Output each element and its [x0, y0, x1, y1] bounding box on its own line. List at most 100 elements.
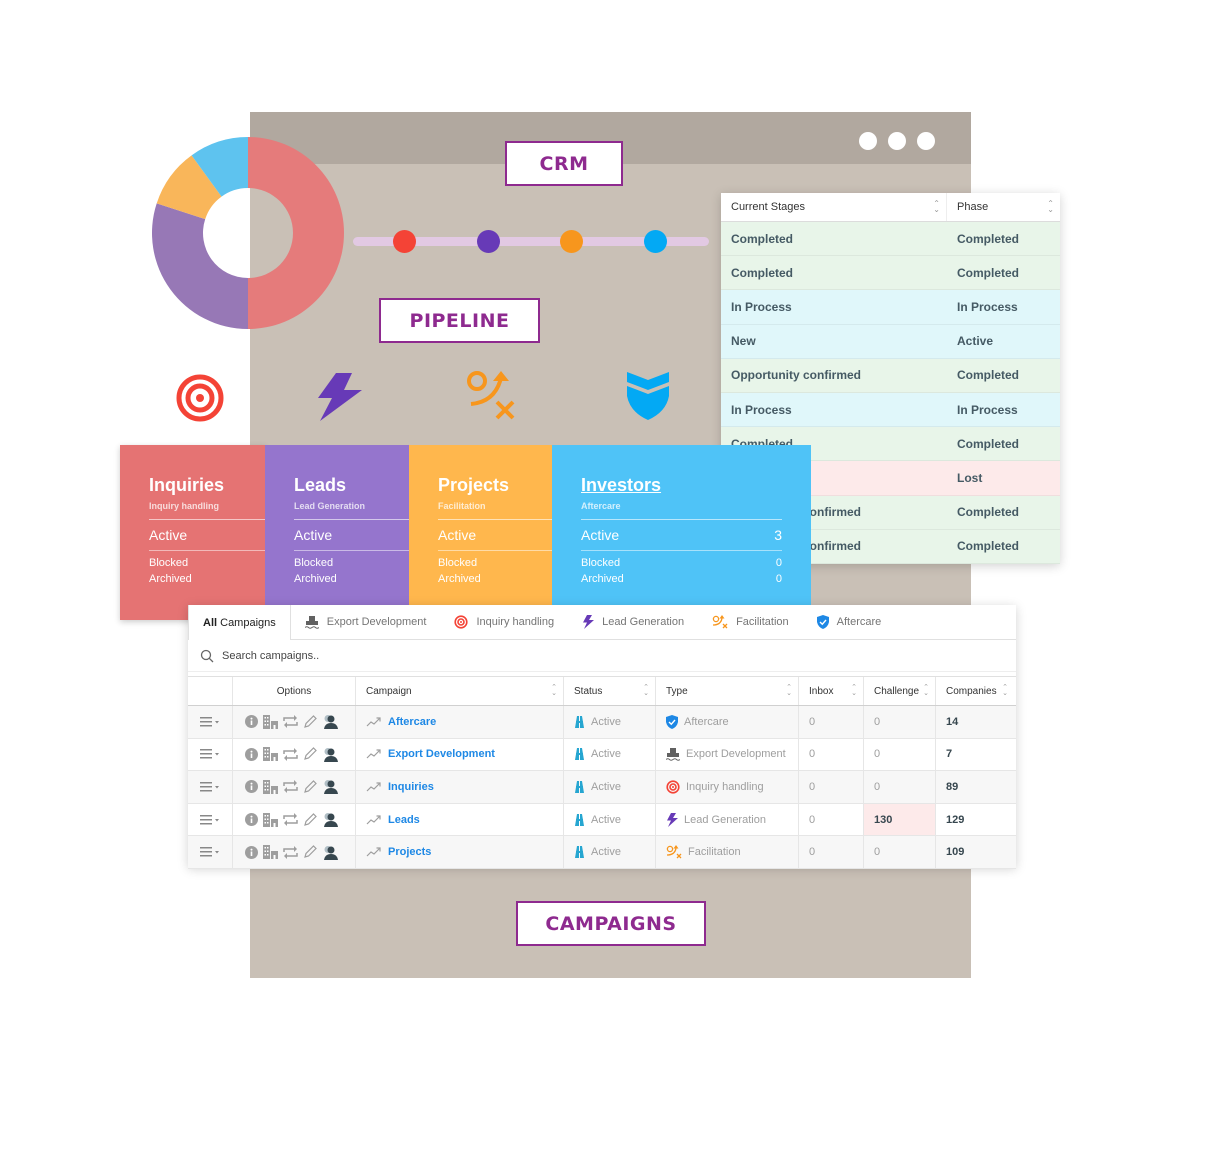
campaign-link[interactable]: Leads — [388, 814, 420, 826]
card-title[interactable]: Projects — [438, 475, 556, 496]
pipeline-step-leads[interactable] — [477, 230, 500, 253]
user-icon[interactable] — [322, 779, 338, 795]
repeat-icon[interactable] — [283, 780, 298, 794]
trend-icon — [366, 749, 382, 759]
buildings-icon[interactable] — [263, 747, 278, 762]
card-blocked-row[interactable]: Blocked 0 — [581, 557, 782, 569]
card-blocked-row[interactable]: Blocked — [294, 557, 412, 569]
user-icon[interactable] — [322, 812, 338, 828]
card-title[interactable]: Inquiries — [149, 475, 267, 496]
campaign-link[interactable]: Export Development — [388, 748, 495, 760]
sort-icon[interactable]: ⌃ ⌄ — [786, 684, 792, 697]
campaign-row[interactable]: Inquiries Active Inquiry handling 0 0 89 — [188, 771, 1016, 804]
pencil-icon[interactable] — [303, 845, 317, 859]
user-icon[interactable] — [322, 845, 338, 860]
column-header-phase[interactable]: Phase ⌃ ⌄ — [947, 193, 1060, 221]
sort-icon[interactable]: ⌃ ⌄ — [933, 200, 940, 214]
column-header-companies[interactable]: Companies ⌃ ⌄ — [936, 677, 1014, 705]
card-inquiries[interactable]: Inquiries Inquiry handling Active Blocke… — [120, 445, 267, 620]
card-blocked-row[interactable]: Blocked — [149, 557, 267, 569]
card-projects[interactable]: Projects Facilitation Active Blocked Arc… — [409, 445, 556, 605]
sort-icon[interactable]: ⌃ ⌄ — [1002, 684, 1008, 697]
card-investors[interactable]: Investors Aftercare Active 3 Blocked 0 Arc… — [552, 445, 811, 605]
pencil-icon[interactable] — [303, 714, 317, 729]
repeat-icon[interactable] — [283, 715, 298, 729]
campaign-row[interactable]: Aftercare Active Aftercare 0 0 14 — [188, 706, 1016, 739]
sort-icon[interactable]: ⌃ ⌄ — [1047, 200, 1054, 214]
repeat-icon[interactable] — [283, 845, 298, 859]
column-header-status[interactable]: Status ⌃ ⌄ — [564, 677, 656, 705]
sort-icon[interactable]: ⌃ ⌄ — [551, 684, 557, 697]
card-title-link[interactable]: Investors — [581, 475, 782, 496]
repeat-icon[interactable] — [283, 813, 298, 827]
column-header-campaign[interactable]: Campaign ⌃ ⌄ — [356, 677, 564, 705]
info-icon[interactable] — [245, 845, 258, 859]
info-icon[interactable] — [245, 780, 258, 794]
repeat-icon[interactable] — [283, 747, 298, 761]
buildings-icon[interactable] — [263, 714, 278, 729]
stage-row[interactable]: Opportunity confirmed Completed — [721, 358, 1060, 393]
window-dot-icon[interactable] — [917, 132, 935, 150]
tab-lead-generation[interactable]: Lead Generation — [568, 605, 698, 639]
stage-row[interactable]: In Process In Process — [721, 290, 1060, 325]
tab-export-development[interactable]: Export Development — [291, 605, 441, 639]
card-blocked-row[interactable]: Blocked — [438, 557, 556, 569]
card-title[interactable]: Leads — [294, 475, 412, 496]
search-input[interactable] — [222, 649, 522, 662]
campaign-row[interactable]: Leads Active Lead Generation 0 130 129 — [188, 803, 1016, 837]
pencil-icon[interactable] — [303, 780, 317, 794]
user-icon[interactable] — [322, 714, 338, 730]
pipeline-step-inquiries[interactable] — [393, 230, 416, 253]
tab-facilitation[interactable]: Facilitation — [698, 605, 803, 639]
pencil-icon[interactable] — [303, 747, 317, 761]
row-menu-button[interactable] — [188, 836, 233, 868]
column-header-challenge[interactable]: Challenge ⌃ ⌄ — [864, 677, 936, 705]
stage-row[interactable]: Completed Completed — [721, 256, 1060, 291]
tab-aftercare[interactable]: Aftercare — [803, 605, 896, 639]
card-archived-row[interactable]: Archived — [438, 573, 556, 585]
campaign-link[interactable]: Projects — [388, 846, 431, 858]
stage-row[interactable]: Completed Completed — [721, 222, 1060, 257]
buildings-icon[interactable] — [263, 779, 278, 794]
column-header-current-stages[interactable]: Current Stages ⌃ ⌄ — [721, 193, 947, 221]
card-leads[interactable]: Leads Lead Generation Active Blocked Arc… — [265, 445, 412, 605]
info-icon[interactable] — [245, 813, 258, 827]
row-options — [233, 706, 356, 738]
card-subtitle: Facilitation — [438, 501, 486, 511]
card-active-row[interactable]: Active — [438, 527, 556, 543]
sort-icon[interactable]: ⌃ ⌄ — [923, 684, 929, 697]
pipeline-step-projects[interactable] — [560, 230, 583, 253]
stage-row[interactable]: New Active — [721, 324, 1060, 359]
user-icon[interactable] — [322, 747, 338, 762]
campaign-link[interactable]: Inquiries — [388, 781, 434, 793]
tab-inquiry-handling[interactable]: Inquiry handling — [440, 605, 568, 639]
card-active-row[interactable]: Active 3 — [581, 527, 782, 543]
card-archived-row[interactable]: Archived — [294, 573, 412, 585]
window-dot-icon[interactable] — [888, 132, 906, 150]
card-archived-row[interactable]: Archived — [149, 573, 267, 585]
row-menu-button[interactable] — [188, 803, 233, 836]
column-header-inbox[interactable]: Inbox ⌃ ⌄ — [799, 677, 864, 705]
card-archived-row[interactable]: Archived 0 — [581, 573, 782, 585]
row-menu-button[interactable] — [188, 706, 233, 738]
phase-cell: Completed — [957, 539, 1020, 554]
sort-icon[interactable]: ⌃ ⌄ — [643, 684, 649, 697]
campaign-link[interactable]: Aftercare — [388, 716, 436, 728]
stage-row[interactable]: In Process In Process — [721, 392, 1060, 428]
campaign-row[interactable]: Projects Active Facilitation 0 0 109 — [188, 836, 1016, 869]
row-menu-button[interactable] — [188, 771, 233, 803]
pencil-icon[interactable] — [303, 812, 317, 827]
buildings-icon[interactable] — [263, 845, 278, 860]
row-menu-button[interactable] — [188, 738, 233, 771]
card-active-row[interactable]: Active — [294, 527, 412, 543]
sort-icon[interactable]: ⌃ ⌄ — [851, 684, 857, 697]
campaign-row[interactable]: Export Development Active Export Developme… — [188, 738, 1016, 772]
column-header-type[interactable]: Type ⌃ ⌄ — [656, 677, 799, 705]
info-icon[interactable] — [245, 715, 258, 729]
tab-all-campaigns[interactable]: All Campaigns — [188, 605, 291, 640]
buildings-icon[interactable] — [263, 812, 278, 827]
card-active-row[interactable]: Active — [149, 527, 267, 543]
pipeline-step-investors[interactable] — [644, 230, 667, 253]
info-icon[interactable] — [245, 747, 258, 761]
window-dot-icon[interactable] — [859, 132, 877, 150]
